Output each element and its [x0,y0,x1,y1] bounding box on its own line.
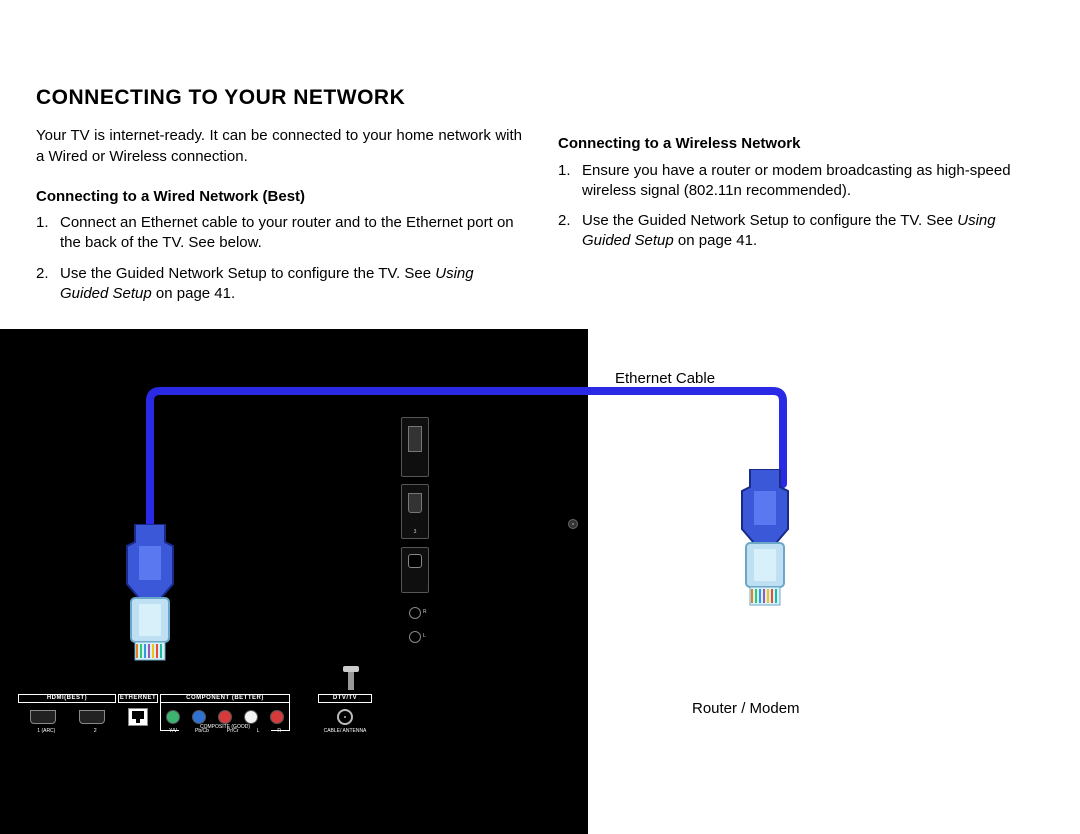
antenna-stub [348,672,354,690]
component-group: COMPONENT (BETTER) COMPOSITE (GOOD) Y/V … [160,694,290,736]
audio-out-l [409,631,421,643]
wireless-step-2a: Use the Guided Network Setup to configur… [582,212,957,229]
wireless-steps: Ensure you have a router or modem broadc… [558,161,1044,252]
dtv-header: DTV/TV [318,694,372,702]
hdmi-header: HDMI(BEST) [18,694,116,702]
comp-l-label: L [257,728,260,735]
audio-l-label: L [423,633,426,640]
wired-step-2: Use the Guided Network Setup to configur… [36,264,522,305]
wireless-step-1: Ensure you have a router or modem broadc… [558,161,1044,202]
intro-text: Your TV is internet-ready. It can be con… [36,126,522,167]
wired-step-2a: Use the Guided Network Setup to configur… [60,265,435,282]
rj45-connector-router [730,469,800,619]
hdmi3-number: 3 [402,529,428,536]
screw-dot [568,519,578,529]
comp-y-label: Y/V [169,728,177,735]
bottom-port-panel: HDMI(BEST) 1 (ARC) 2 ETHERNET [18,694,378,736]
wireless-step-2b: on page 41. [674,232,757,249]
usb-port [401,417,429,477]
audio-r-label: R [423,609,427,616]
ethernet-port [128,708,148,726]
rca-r [270,710,284,724]
content-columns: Your TV is internet-ready. It can be con… [36,126,1044,314]
rca-l [244,710,258,724]
wireless-step-2: Use the Guided Network Setup to configur… [558,211,1044,252]
wired-subhead: Connecting to a Wired Network (Best) [36,187,522,207]
coax-port [337,709,353,725]
wired-step-1: Connect an Ethernet cable to your router… [36,213,522,254]
comp-pb-label: Pb/Cb [195,728,209,735]
left-column: Your TV is internet-ready. It can be con… [36,126,522,314]
ethernet-header: ETHERNET [118,694,158,702]
hdmi-group: HDMI(BEST) 1 (ARC) 2 [18,694,116,736]
wireless-subhead: Connecting to a Wireless Network [558,134,1044,154]
diagram-figure: 3 USB HDMI(BEST) OPTICAL AUDIO OUT R L H… [0,329,1080,834]
hdmi2-port [79,710,105,724]
hdmi1-label: 1 (ARC) [37,728,55,735]
wired-step-2b: on page 41. [152,285,235,302]
dtv-group: DTV/TV CABLE/ ANTENNA [318,694,372,736]
dtv-sub-label: CABLE/ ANTENNA [324,728,367,735]
wired-steps: Connect an Ethernet cable to your router… [36,213,522,304]
hdmi3-label: HDMI(BEST) [398,350,486,367]
optical-port [401,547,429,593]
component-header: COMPONENT (BETTER) [160,694,290,702]
comp-r-label: R [277,728,281,735]
page-title: CONNECTING TO YOUR NETWORK [36,84,1044,112]
rj45-connector-tv [115,524,185,674]
router-modem-label: Router / Modem [692,699,800,719]
hdmi1-port [30,710,56,724]
hdmi3-port: 3 [401,484,429,539]
side-port-panel: 3 USB HDMI(BEST) OPTICAL AUDIO OUT R L [398,329,432,669]
tv-back-panel: 3 USB HDMI(BEST) OPTICAL AUDIO OUT R L H… [0,329,588,834]
rca-y [166,710,180,724]
hdmi2-label: 2 [94,728,97,735]
right-column: Connecting to a Wireless Network Ensure … [558,126,1044,314]
ethernet-cable-label: Ethernet Cable [615,369,715,389]
optical-label: OPTICAL [398,371,462,388]
comp-pr-label: Pr/Cr [227,728,239,735]
rca-pr [218,710,232,724]
audio-out-r [409,607,421,619]
rca-pb [192,710,206,724]
ethernet-group: ETHERNET [118,694,158,736]
usb-label: USB [398,330,429,347]
